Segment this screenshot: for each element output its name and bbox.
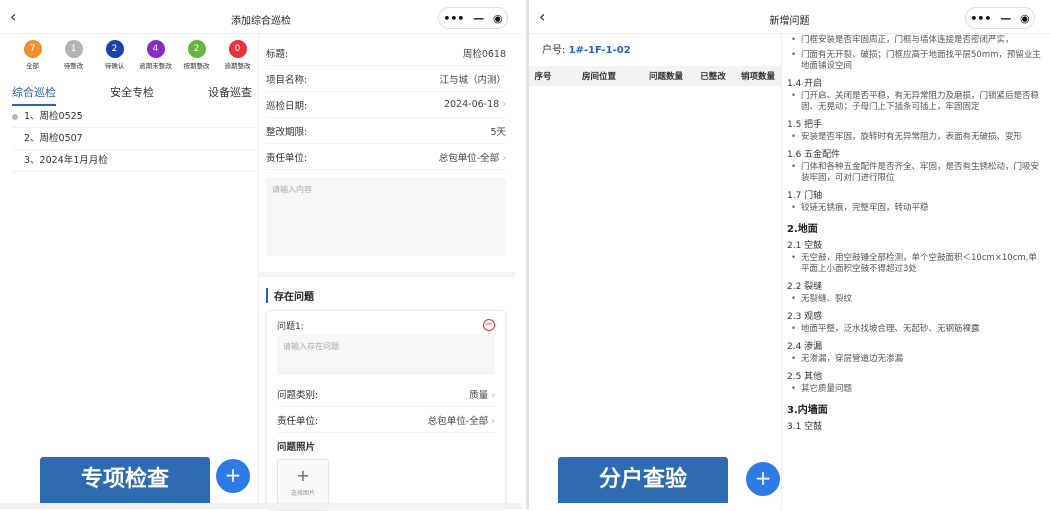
- project-row[interactable]: 项目名称: 江与城（内测）: [266, 66, 506, 92]
- right-nav-bar: ‹ 新增问题 ••• — ◉: [529, 0, 1050, 34]
- status-summary: 7 全部 1 待整改 2 待确认 4 逾期未整改 2 按期整改 0 逾期整改: [12, 40, 258, 70]
- list-item[interactable]: 3、2024年1月月检: [12, 150, 256, 172]
- standard-subtitle: 2.1 空鼓: [787, 241, 823, 251]
- deadline-row[interactable]: 整改期限: 5天: [266, 118, 506, 144]
- standard-subtitle: 2.2 裂缝: [787, 282, 823, 292]
- radio-dot-icon: [12, 114, 18, 120]
- chevron-right-icon: ›: [491, 389, 495, 401]
- plan-list: 1、周检0525 2、周检0507 3、2024年1月月检: [12, 106, 256, 172]
- issue-unit-row[interactable]: 责任单位: 总包单位-全部 ›: [277, 407, 495, 433]
- chevron-right-icon: ›: [491, 415, 495, 427]
- standard-subtitle: 2.4 渗漏: [787, 342, 823, 352]
- standard-item: 门开启、关闭是否平稳，有无异常阻力及磨损，门锁紧后是否稳固、无晃动；子母门上下插…: [787, 91, 1045, 113]
- standard-item: 无裂缝、裂纹: [787, 294, 1045, 305]
- standard-item: 门框安装是否牢固周正，门框与墙体连接是否密闭严实，: [787, 35, 1045, 46]
- standard-item: 无渗漏，穿层管道边无渗漏: [787, 354, 1045, 365]
- status-all[interactable]: 7 全部: [12, 40, 53, 70]
- room-table-header: 序号 房间位置 问题数量 已整改 销项数量: [529, 66, 781, 86]
- inspection-standards: 门框安装是否牢固周正，门框与墙体连接是否密闭严实， 门面有无开裂、破损；门框应高于…: [787, 34, 1045, 434]
- standard-subtitle: 3.1 空鼓: [787, 422, 823, 432]
- minus-icon[interactable]: —: [473, 12, 484, 25]
- standard-item: 无空鼓，用空鼓锤全部检测，单个空鼓面积＜10cm×10cm,单平面上小面积空鼓不…: [787, 253, 1045, 275]
- household-inspection-button[interactable]: 分户查验: [558, 457, 728, 503]
- mini-program-capsule: ••• — ◉: [965, 7, 1035, 29]
- tab-comprehensive[interactable]: 综合巡检: [12, 84, 56, 106]
- inspection-form: 标题: 周检0618 项目名称: 江与城（内测） 巡检日期: 2024-06-18 › …: [266, 40, 506, 256]
- minus-icon[interactable]: —: [1000, 12, 1011, 25]
- section-gap: [259, 272, 515, 277]
- standard-item: 门体和各种五金配件是否齐全、牢固，是否有生锈松动，门吸安装牢固，可对门进行限位: [787, 162, 1045, 184]
- plus-icon: +: [754, 466, 772, 490]
- chevron-right-icon: ›: [502, 99, 506, 110]
- unit-row[interactable]: 责任单位: 总包单位-全部 ›: [266, 144, 506, 170]
- issue-input[interactable]: 请输入存在问题: [277, 335, 495, 375]
- panel-divider: [258, 34, 259, 504]
- target-icon[interactable]: ◉: [493, 12, 503, 25]
- list-item[interactable]: 1、周检0525: [12, 106, 256, 128]
- standard-item: 铰链无锈痕，完整牢固，转动平稳: [787, 203, 1045, 214]
- plus-icon: +: [224, 463, 242, 487]
- house-number: 户号: 1#-1F-1-02: [542, 45, 631, 56]
- inspection-tabs: 综合巡检 安全专检 设备巡查: [12, 84, 252, 106]
- standard-subtitle: 1.7 门轴: [787, 191, 823, 201]
- standard-subtitle: 1.4 开启: [787, 79, 823, 89]
- content-textarea[interactable]: 请输入内容: [266, 178, 506, 256]
- status-pending-fix[interactable]: 1 待整改: [53, 40, 94, 70]
- date-row[interactable]: 巡检日期: 2024-06-18 ›: [266, 92, 506, 118]
- special-inspection-button[interactable]: 专项检查: [40, 457, 210, 503]
- bottom-bar: [0, 503, 522, 509]
- standard-category: 2.地面: [787, 224, 818, 235]
- tab-safety[interactable]: 安全专检: [110, 84, 154, 106]
- mini-program-capsule: ••• — ◉: [438, 7, 508, 29]
- photo-label: 问题照片: [277, 442, 316, 453]
- content-divider: [781, 34, 782, 509]
- standard-item: 地面平整，泛水找坡合理、无起砂、无钢筋裸露: [787, 324, 1045, 335]
- standard-category: 3.内墙面: [787, 405, 828, 416]
- standard-subtitle: 2.5 其他: [787, 372, 823, 382]
- title-row[interactable]: 标题: 周检0618: [266, 40, 506, 66]
- standard-subtitle: 1.5 把手: [787, 120, 823, 130]
- more-dots-icon[interactable]: •••: [970, 12, 991, 25]
- target-icon[interactable]: ◉: [1020, 12, 1030, 25]
- chevron-right-icon: ›: [502, 152, 506, 164]
- add-fab-right[interactable]: +: [746, 462, 780, 496]
- status-overdue-fixed[interactable]: 0 逾期整改: [217, 40, 258, 70]
- add-fab-left[interactable]: +: [216, 459, 250, 493]
- status-overdue-unfixed[interactable]: 4 逾期未整改: [135, 40, 176, 70]
- category-row[interactable]: 问题类别: 质量 ›: [277, 381, 495, 407]
- standard-subtitle: 2.3 观感: [787, 312, 823, 322]
- more-dots-icon[interactable]: •••: [443, 12, 464, 25]
- list-item[interactable]: 2、周检0507: [12, 128, 256, 150]
- remove-issue-icon[interactable]: −: [483, 319, 495, 331]
- plus-icon: +: [296, 466, 310, 485]
- standard-item: 安装是否牢固，旋转时有无异常阻力，表面有无破损、变形: [787, 132, 1045, 143]
- issue-card: 问题1: − 请输入存在问题 问题类别: 质量 › 责任单位: 总包单位-全部 › 问题…: [266, 310, 506, 511]
- issues-section-title: 存在问题: [266, 288, 314, 303]
- status-pending-confirm[interactable]: 2 待确认: [94, 40, 135, 70]
- standard-item: 门面有无开裂、破损；门框应高于地面找平层50mm，预留业主地面铺设空间: [787, 50, 1045, 72]
- tab-equipment[interactable]: 设备巡查: [208, 84, 252, 106]
- standard-subtitle: 1.6 五金配件: [787, 150, 841, 160]
- left-nav-bar: ‹ 添加综合巡检 ••• — ◉: [0, 0, 522, 34]
- status-on-time-fixed[interactable]: 2 按期整改: [176, 40, 217, 70]
- standard-item: 其它质量问题: [787, 384, 1045, 395]
